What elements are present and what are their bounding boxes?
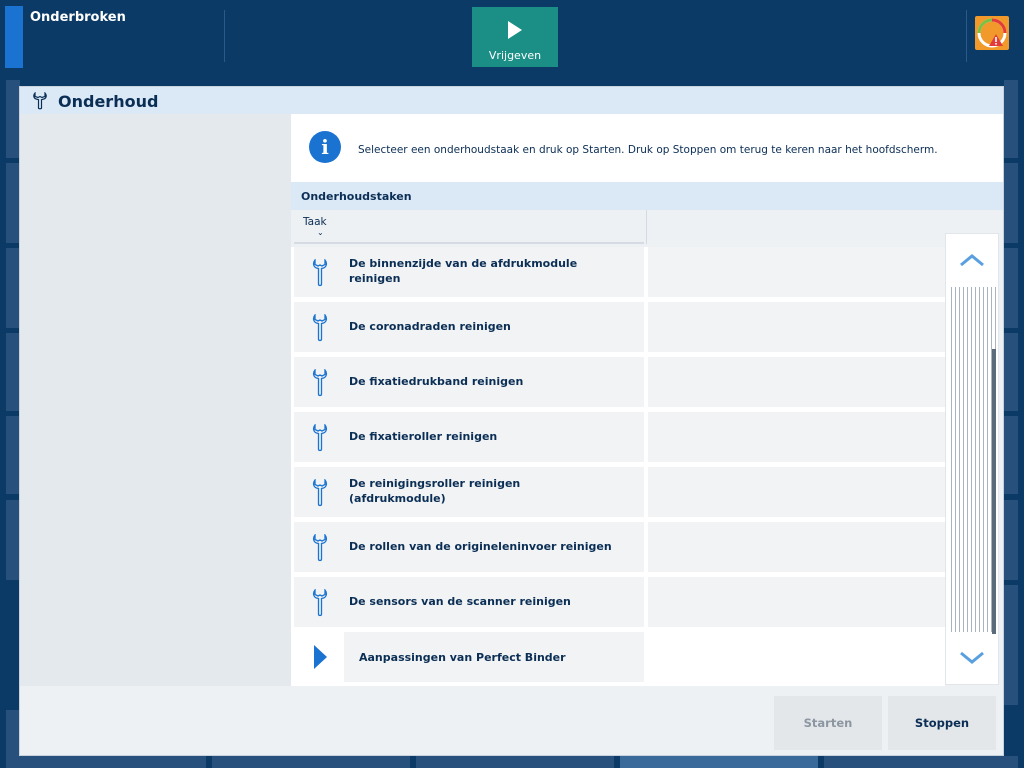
background-panel bbox=[6, 163, 20, 243]
background-panel bbox=[1004, 80, 1018, 158]
wrench-icon bbox=[312, 423, 328, 456]
column-header: Taak ⌄ bbox=[291, 210, 1003, 244]
section-title: Onderhoudstaken bbox=[301, 190, 412, 203]
task-label-line: (afdrukmodule) bbox=[349, 492, 446, 505]
task-list: De binnenzijde van de afdrukmodule reini… bbox=[291, 247, 945, 687]
dialog-footer: Starten Stoppen bbox=[20, 686, 1003, 755]
sort-chevron-down-icon: ⌄ bbox=[317, 228, 324, 237]
dialog-title: Onderhoud bbox=[58, 92, 159, 111]
bottom-tab[interactable] bbox=[416, 756, 614, 768]
wrench-icon bbox=[312, 533, 328, 566]
play-icon bbox=[508, 21, 522, 39]
list-item[interactable]: De coronadraden reinigen bbox=[294, 302, 644, 352]
dialog-header: Onderhoud bbox=[20, 87, 1003, 114]
group-item[interactable]: Aanpassingen van Perfect Binder bbox=[294, 632, 644, 682]
list-item[interactable]: De rollen van de origineleninvoer reinig… bbox=[294, 522, 644, 572]
maintenance-dialog: Onderhoud i Selecteer een onderhoudstaak… bbox=[19, 86, 1004, 756]
top-bar: Onderbroken Vrijgeven bbox=[0, 0, 1024, 78]
column-header-task[interactable]: Taak bbox=[303, 216, 327, 228]
bottom-bar bbox=[0, 756, 1024, 768]
background-panel bbox=[6, 416, 20, 494]
list-item[interactable]: De binnenzijde van de afdrukmodule reini… bbox=[294, 247, 644, 297]
expand-triangle-icon[interactable] bbox=[314, 645, 327, 669]
scroll-thumb[interactable] bbox=[992, 349, 996, 634]
column-underline bbox=[294, 242, 644, 244]
list-item[interactable]: De reinigingsroller reinigen (afdrukmodu… bbox=[294, 467, 644, 517]
info-text: Selecteer een onderhoudstaak en druk op … bbox=[358, 144, 938, 156]
task-label: De coronadraden reinigen bbox=[349, 320, 511, 333]
wrench-icon bbox=[312, 478, 328, 511]
info-icon: i bbox=[309, 131, 341, 163]
bottom-tab[interactable] bbox=[212, 756, 410, 768]
stop-button[interactable]: Stoppen bbox=[888, 696, 996, 750]
list-item-detail bbox=[648, 467, 945, 517]
background-panel bbox=[1004, 416, 1018, 494]
chevron-down-icon bbox=[960, 651, 984, 664]
background-panel bbox=[6, 80, 20, 158]
background-panel bbox=[1004, 163, 1018, 243]
task-label: De binnenzijde van de afdrukmodule reini… bbox=[349, 256, 577, 286]
task-label: De reinigingsroller reinigen (afdrukmodu… bbox=[349, 476, 520, 506]
scrollbar[interactable] bbox=[945, 233, 999, 685]
scroll-track[interactable] bbox=[948, 287, 996, 632]
list-item[interactable]: De sensors van de scanner reinigen bbox=[294, 577, 644, 627]
release-button[interactable]: Vrijgeven bbox=[472, 7, 558, 67]
bottom-tab[interactable] bbox=[824, 756, 1018, 768]
scroll-up-button[interactable] bbox=[946, 234, 998, 286]
status-warning-icon[interactable] bbox=[975, 16, 1009, 50]
wrench-icon bbox=[312, 588, 328, 621]
task-label-line: De reinigingsroller reinigen bbox=[349, 477, 521, 490]
task-label: De fixatiedrukband reinigen bbox=[349, 375, 524, 388]
status-accent-bar bbox=[5, 6, 23, 68]
release-button-label: Vrijgeven bbox=[488, 49, 542, 62]
list-item-detail bbox=[648, 302, 945, 352]
task-label-line: De binnenzijde van de afdrukmodule bbox=[349, 257, 578, 270]
list-item-detail bbox=[648, 247, 945, 297]
wrench-icon bbox=[312, 368, 328, 401]
info-message: i Selecteer een onderhoudstaak en druk o… bbox=[291, 114, 1003, 182]
wrench-icon bbox=[312, 313, 328, 346]
left-panel bbox=[20, 114, 291, 686]
list-item[interactable]: De fixatieroller reinigen bbox=[294, 412, 644, 462]
background-panel bbox=[1004, 585, 1018, 705]
chevron-up-icon bbox=[960, 254, 984, 267]
background-panel bbox=[6, 500, 20, 580]
section-header: Onderhoudstaken bbox=[291, 182, 1003, 210]
divider bbox=[224, 10, 225, 62]
list-item[interactable]: De fixatiedrukband reinigen bbox=[294, 357, 644, 407]
background-panel bbox=[6, 248, 20, 328]
list-item-detail bbox=[648, 577, 945, 627]
task-label: De fixatieroller reinigen bbox=[349, 430, 498, 443]
background-panel bbox=[6, 710, 20, 756]
wrench-icon bbox=[312, 258, 328, 291]
job-status-title: Onderbroken bbox=[30, 10, 126, 25]
background-panel bbox=[1004, 500, 1018, 580]
group-label: Aanpassingen van Perfect Binder bbox=[359, 651, 566, 664]
list-item-detail bbox=[648, 522, 945, 572]
background-panel bbox=[6, 333, 20, 411]
background-panel bbox=[1004, 333, 1018, 411]
task-label: De sensors van de scanner reinigen bbox=[349, 595, 571, 608]
list-item-detail bbox=[648, 357, 945, 407]
divider bbox=[966, 10, 967, 62]
start-button[interactable]: Starten bbox=[774, 696, 882, 750]
background-panel bbox=[1004, 248, 1018, 328]
task-label-line: reinigen bbox=[349, 272, 401, 285]
bottom-tab[interactable] bbox=[6, 756, 206, 768]
column-divider bbox=[646, 210, 647, 244]
scroll-down-button[interactable] bbox=[946, 632, 998, 684]
wrench-icon bbox=[32, 91, 48, 114]
task-label: De rollen van de origineleninvoer reinig… bbox=[349, 540, 612, 553]
list-item-detail bbox=[648, 412, 945, 462]
bottom-tab[interactable] bbox=[620, 756, 818, 768]
